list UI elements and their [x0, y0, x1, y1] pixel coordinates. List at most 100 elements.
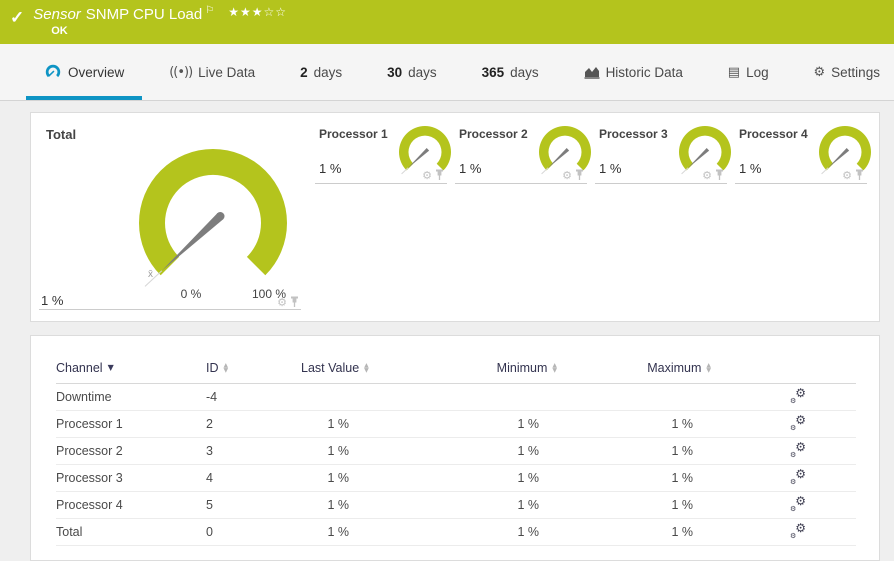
channel-last-value: 1 %	[301, 464, 367, 491]
pin-icon[interactable]	[855, 169, 864, 181]
tab-2-days-number: 2	[300, 65, 308, 80]
tab-overview-label: Overview	[68, 65, 124, 80]
column-header-id[interactable]: ID ▲▼	[206, 353, 301, 383]
gauge-processor-4: Processor 4 1 % ⚙	[733, 113, 873, 321]
column-header-minimum[interactable]: Minimum ▲▼	[367, 353, 557, 383]
tab-365-days-unit: days	[510, 65, 539, 80]
channel-minimum	[367, 383, 557, 410]
status-ok-check-icon: ✓	[10, 8, 24, 28]
tab-30-days[interactable]: 30 days	[383, 44, 441, 100]
tab-bar: Overview ((•)) Live Data 2 days 30 days …	[0, 44, 894, 101]
pin-icon[interactable]	[715, 169, 724, 181]
gauge-processor-3-value: 1 %	[599, 161, 621, 176]
gauge-processor-2-value: 1 %	[459, 161, 481, 176]
area-chart-icon	[584, 65, 600, 79]
sensor-header: ✓ Sensor SNMP CPU Load ⚐ ★★★☆☆ OK	[0, 0, 894, 44]
gauge-total-label: Total	[46, 127, 76, 142]
tab-30-days-unit: days	[408, 65, 437, 80]
pin-icon[interactable]	[290, 296, 299, 308]
channel-name: Processor 1	[56, 410, 206, 437]
channel-settings-icon[interactable]: ⚙⚙	[790, 442, 806, 457]
gauge-settings-gear-icon[interactable]: ⚙	[277, 297, 287, 308]
channel-last-value: 1 %	[301, 410, 367, 437]
sort-icon: ▲▼	[552, 363, 557, 373]
channel-name: Processor 4	[56, 491, 206, 518]
channel-id: -4	[206, 383, 301, 410]
gauge-processor-1: Processor 1 1 % ⚙	[313, 113, 453, 321]
channel-last-value	[301, 383, 367, 410]
gauge-settings-gear-icon[interactable]: ⚙	[562, 170, 572, 181]
gauge-processor-3-label: Processor 3	[599, 127, 668, 141]
channels-table: Channel ▼ ID ▲▼ Last Value ▲▼ Minimum ▲▼	[56, 353, 856, 546]
total-gauge-dial: x̄	[128, 145, 298, 295]
tab-2-days[interactable]: 2 days	[296, 44, 346, 100]
divider	[315, 183, 447, 184]
tab-365-days[interactable]: 365 days	[478, 44, 543, 100]
stars-empty[interactable]: ☆☆	[263, 5, 287, 19]
tab-live-data-label: Live Data	[198, 65, 255, 80]
channel-id: 0	[206, 518, 301, 545]
table-row[interactable]: Downtime -4 ⚙⚙	[56, 383, 856, 410]
channel-maximum: 1 %	[557, 518, 711, 545]
table-row[interactable]: Processor 1 2 1 % 1 % 1 % ⚙⚙	[56, 410, 856, 437]
channel-maximum	[557, 383, 711, 410]
status-badge: OK	[51, 25, 287, 37]
gauges-panel: Total x̄ 1 % 0 % 100 % ⚙	[30, 112, 880, 322]
column-header-last-value[interactable]: Last Value ▲▼	[301, 353, 367, 383]
gauge-total-value: 1 %	[41, 293, 63, 308]
object-kind-label: Sensor	[33, 6, 81, 23]
gauge-processor-2-label: Processor 2	[459, 127, 528, 141]
tab-settings-label: Settings	[831, 65, 880, 80]
tab-2-days-unit: days	[314, 65, 343, 80]
tab-live-data[interactable]: ((•)) Live Data	[165, 44, 259, 100]
divider	[39, 309, 301, 310]
channel-name: Processor 2	[56, 437, 206, 464]
channel-maximum: 1 %	[557, 464, 711, 491]
pin-icon[interactable]	[575, 169, 584, 181]
tab-historic-data[interactable]: Historic Data	[580, 44, 687, 100]
flag-icon[interactable]: ⚐	[205, 5, 214, 16]
channel-settings-icon[interactable]: ⚙⚙	[790, 415, 806, 430]
channel-last-value: 1 %	[301, 491, 367, 518]
channel-minimum: 1 %	[367, 464, 557, 491]
gauge-processor-1-label: Processor 1	[319, 127, 388, 141]
channel-id: 5	[206, 491, 301, 518]
table-row[interactable]: Total 0 1 % 1 % 1 % ⚙⚙	[56, 518, 856, 545]
channel-settings-icon[interactable]: ⚙⚙	[790, 496, 806, 511]
channel-minimum: 1 %	[367, 410, 557, 437]
channel-name: Processor 3	[56, 464, 206, 491]
channel-settings-icon[interactable]: ⚙⚙	[790, 523, 806, 538]
channel-maximum: 1 %	[557, 491, 711, 518]
channel-maximum: 1 %	[557, 437, 711, 464]
table-row[interactable]: Processor 3 4 1 % 1 % 1 % ⚙⚙	[56, 464, 856, 491]
channel-name: Total	[56, 518, 206, 545]
sort-icon: ▲▼	[364, 363, 369, 373]
gauge-settings-gear-icon[interactable]: ⚙	[702, 170, 712, 181]
channel-last-value: 1 %	[301, 437, 367, 464]
gauge-processor-2: Processor 2 1 % ⚙	[453, 113, 593, 321]
gauge-settings-gear-icon[interactable]: ⚙	[842, 170, 852, 181]
table-row[interactable]: Processor 4 5 1 % 1 % 1 % ⚙⚙	[56, 491, 856, 518]
stars-filled[interactable]: ★★★	[228, 5, 263, 19]
channel-id: 4	[206, 464, 301, 491]
channel-settings-icon[interactable]: ⚙⚙	[790, 388, 806, 403]
tab-settings[interactable]: ⚙ Settings	[810, 44, 884, 100]
priority-rating: ★★★☆☆	[228, 5, 287, 19]
gauge-settings-gear-icon[interactable]: ⚙	[422, 170, 432, 181]
column-header-channel[interactable]: Channel ▼	[56, 353, 206, 383]
gear-icon: ⚙	[814, 66, 826, 79]
sort-icon: ▲▼	[224, 363, 229, 373]
column-header-maximum[interactable]: Maximum ▲▼	[557, 353, 711, 383]
tab-30-days-number: 30	[387, 65, 402, 80]
pin-icon[interactable]	[435, 169, 444, 181]
page-title: SNMP CPU Load	[86, 6, 202, 23]
log-icon: ▤	[728, 66, 740, 79]
tab-overview[interactable]: Overview	[40, 44, 128, 100]
tab-log[interactable]: ▤ Log	[724, 44, 773, 100]
channel-maximum: 1 %	[557, 410, 711, 437]
channel-minimum: 1 %	[367, 518, 557, 545]
channel-settings-icon[interactable]: ⚙⚙	[790, 469, 806, 484]
table-row[interactable]: Processor 2 3 1 % 1 % 1 % ⚙⚙	[56, 437, 856, 464]
channel-last-value: 1 %	[301, 518, 367, 545]
average-marker: x̄	[148, 269, 153, 280]
